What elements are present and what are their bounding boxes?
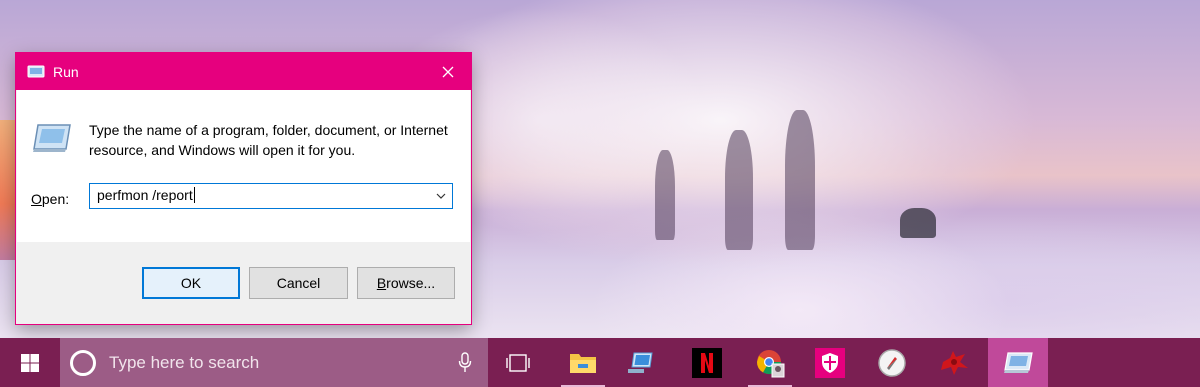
netflix-icon xyxy=(692,347,722,378)
taskbar-run-active[interactable] xyxy=(988,338,1048,387)
cortana-icon[interactable] xyxy=(70,349,96,376)
open-label: Open: xyxy=(31,191,70,207)
chrome-icon xyxy=(757,349,785,377)
taskbar-chrome[interactable] xyxy=(742,338,798,387)
run-app-icon xyxy=(1004,351,1033,373)
run-dialog: Run Type the name of a program, folder, … xyxy=(16,53,471,324)
microphone-icon[interactable] xyxy=(458,352,472,374)
open-combobox[interactable]: perfmon /report xyxy=(89,183,453,209)
dialog-title: Run xyxy=(53,63,79,80)
close-icon xyxy=(442,66,454,77)
dropdown-button[interactable] xyxy=(430,184,452,208)
cancel-button[interactable]: Cancel xyxy=(249,267,348,299)
wallpaper-ice-shadow xyxy=(655,150,675,240)
taskbar-red-app[interactable] xyxy=(926,338,982,387)
security-shield-icon xyxy=(815,347,845,378)
this-pc-icon xyxy=(628,352,653,373)
title-bar[interactable]: Run xyxy=(16,53,471,90)
taskbar-search-box[interactable]: Type here to search xyxy=(60,338,488,387)
close-button[interactable] xyxy=(425,53,471,90)
taskbar-security[interactable] xyxy=(802,338,858,387)
dialog-description: Type the name of a program, folder, docu… xyxy=(89,122,448,158)
taskbar-file-explorer[interactable] xyxy=(555,338,611,387)
task-view-icon xyxy=(506,353,530,372)
start-button[interactable] xyxy=(0,338,60,387)
windows-start-icon xyxy=(21,353,39,372)
search-placeholder[interactable]: Type here to search xyxy=(109,353,259,373)
chevron-down-icon xyxy=(436,193,446,199)
file-explorer-icon xyxy=(570,353,596,373)
dialog-content: Type the name of a program, folder, docu… xyxy=(17,90,470,242)
ok-button[interactable]: OK xyxy=(142,267,240,299)
open-input[interactable]: perfmon /report xyxy=(97,187,195,203)
run-app-icon xyxy=(27,65,45,78)
taskbar-this-pc[interactable] xyxy=(612,338,668,387)
taskbar-compass-app[interactable] xyxy=(864,338,920,387)
text-caret xyxy=(193,187,195,203)
wallpaper-ice-shadow xyxy=(725,130,753,250)
run-program-icon xyxy=(33,124,71,152)
task-view-button[interactable] xyxy=(490,338,546,387)
taskbar-netflix[interactable] xyxy=(679,338,735,387)
taskbar: Type here to search xyxy=(0,338,1200,387)
red-bug-icon xyxy=(941,350,968,375)
wallpaper-people xyxy=(900,208,936,238)
wallpaper-ice-shadow xyxy=(785,110,815,250)
compass-app-icon xyxy=(878,348,906,377)
browse-button[interactable]: Browse... xyxy=(357,267,455,299)
